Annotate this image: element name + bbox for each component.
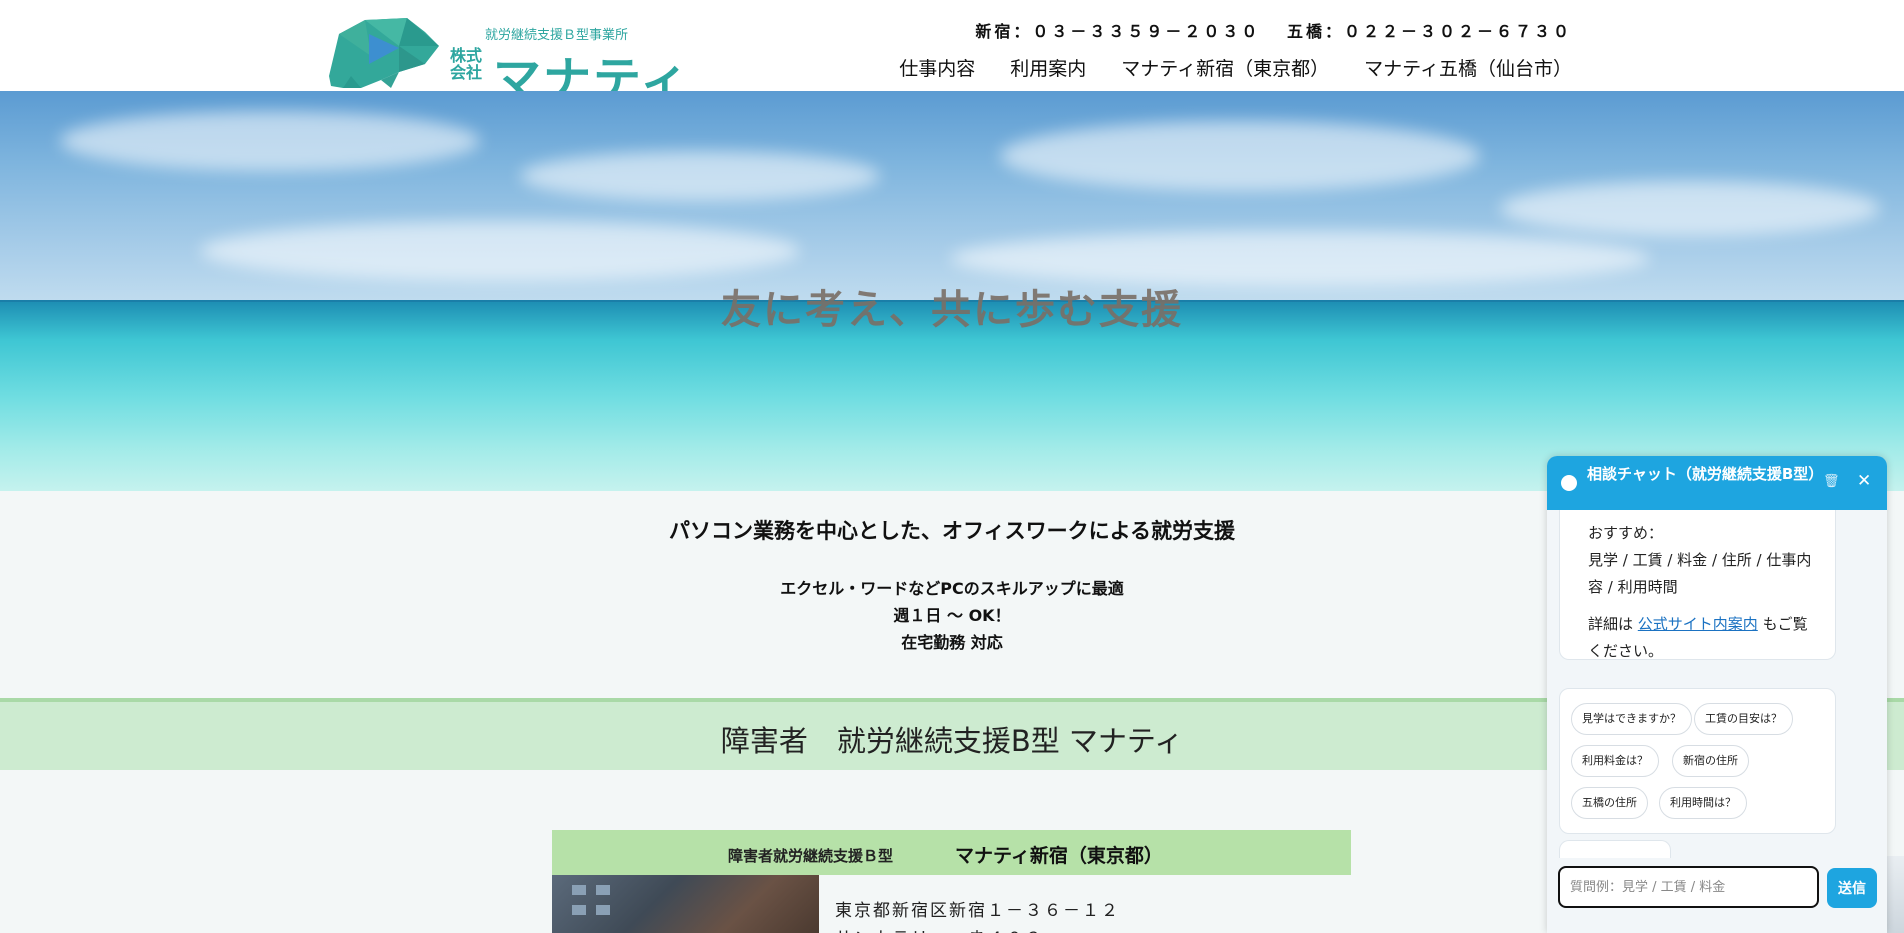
official-guide-link[interactable]: 公式サイト内案内 [1638,615,1758,633]
hero-title: 友に考え、共に歩む支援 [721,287,1183,333]
chat-bot-message: おすすめ： 見学 / 工賃 / 料金 / 住所 / 仕事内容 / 利用時間 詳細… [1559,510,1836,660]
send-button[interactable]: 送信 [1827,868,1877,908]
building-window [596,905,610,915]
cloud [200,221,800,281]
chat-detail-prefix: 詳細は [1588,615,1638,633]
chat-detail: 詳細は 公式サイト内案内 もご覧ください。 [1588,611,1817,665]
chat-header: 相談チャット（就労継続支援B型） 🗑 ✕ [1547,456,1887,510]
chat-input-area: 送信 [1547,858,1887,933]
cloud [520,151,880,201]
chat-widget: 相談チャット（就労継続支援B型） 🗑 ✕ おすすめ： 見学 / 工賃 / 料金 … [1547,456,1887,933]
nav-item-shinjuku[interactable]: マナティ新宿（東京都） [1121,54,1329,81]
chip-wage[interactable]: 工賃の目安は？ [1694,703,1793,735]
logo-corp-label: 株式会社 [450,46,483,82]
chat-title: 相談チャット（就労継続支援B型） [1587,465,1824,483]
office-photo [552,875,819,933]
cloud [1000,121,1480,191]
cloud [60,111,480,171]
chat-input[interactable] [1558,866,1819,908]
nav-item-guide[interactable]: 利用案内 [1010,54,1086,81]
chat-status-icon [1561,475,1577,491]
chip-visit[interactable]: 見学はできますか？ [1571,703,1692,735]
building-window [572,885,586,895]
chip-shinjuku-address[interactable]: 新宿の住所 [1672,745,1749,777]
main-nav: 仕事内容 利用案内 マナティ新宿（東京都） マナティ五橋（仙台市） [864,54,1572,81]
nav-item-itsutsubashi[interactable]: マナティ五橋（仙台市） [1364,54,1572,81]
chat-next-message [1559,840,1671,860]
chat-suggestions: 見学はできますか？ 工賃の目安は？ 利用料金は？ 新宿の住所 五橋の住所 利用時… [1559,688,1836,834]
building-window [572,905,586,915]
trash-icon[interactable]: 🗑 [1823,474,1840,489]
manatee-logo-icon [329,18,439,88]
office-address-line1: 東京都新宿区新宿１－３６－１２ [835,901,1120,921]
office-address-line2: サンカテリー．ま４０３ [835,924,1044,933]
chip-hours[interactable]: 利用時間は？ [1659,787,1747,819]
cloud [1500,181,1880,236]
office-card-header: 障害者就労継続支援Ｂ型 マナティ新宿（東京都） [552,830,1351,875]
building-window [596,885,610,895]
chip-itsutsubashi-address[interactable]: 五橋の住所 [1571,787,1648,819]
site-logo[interactable]: 就労継続支援Ｂ型事業所 株式会社 マナティ [321,16,688,108]
phone-numbers: 新宿：０３－３３５９－２０３０ 五橋：０２２－３０２－６７３０ [957,18,1572,42]
hero-banner: 友に考え、共に歩む支援 [0,91,1904,491]
hero-sky [0,91,1904,302]
close-icon[interactable]: ✕ [1857,471,1871,491]
chat-topics: 見学 / 工賃 / 料金 / 住所 / 仕事内容 / 利用時間 [1588,551,1812,596]
site-header: 就労継続支援Ｂ型事業所 株式会社 マナティ 新宿：０３－３３５９－２０３０ 五橋… [0,0,1904,108]
office-name: マナティ新宿（東京都） [955,845,1163,867]
chip-fee[interactable]: 利用料金は？ [1571,745,1659,777]
chat-recommend-label: おすすめ： [1588,524,1664,542]
phone-itsutsubashi[interactable]: 五橋：０２２－３０２－６７３０ [1287,22,1572,41]
office-type-label: 障害者就労継続支援Ｂ型 [728,847,894,865]
nav-item-work[interactable]: 仕事内容 [899,54,975,81]
phone-shinjuku[interactable]: 新宿：０３－３３５９－２０３０ [975,22,1260,41]
